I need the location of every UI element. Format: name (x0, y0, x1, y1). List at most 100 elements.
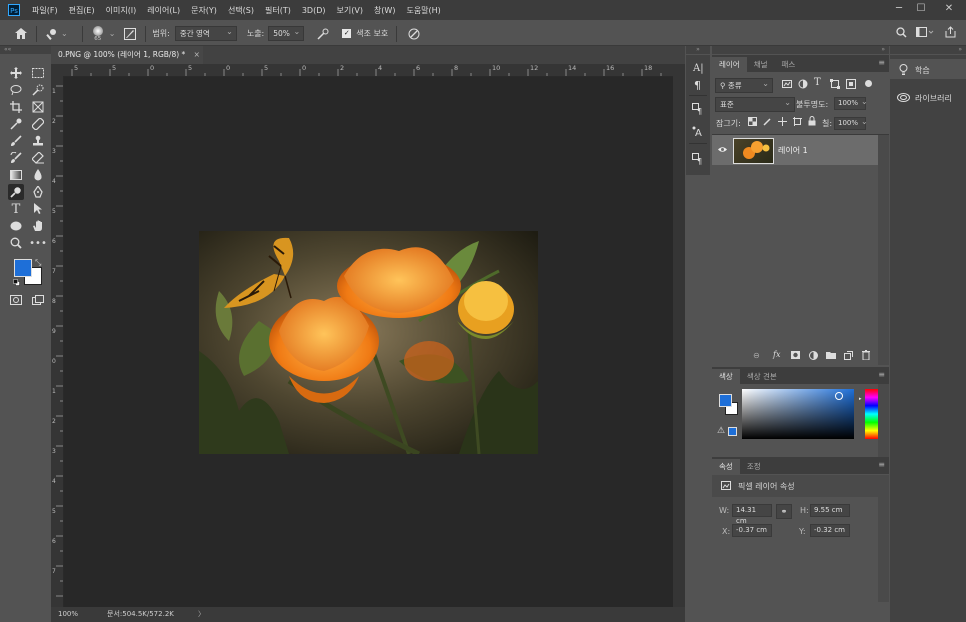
add-mask-icon[interactable] (791, 351, 800, 359)
layer-visibility-eye-icon[interactable] (718, 146, 727, 153)
lock-all-icon[interactable] (808, 116, 816, 126)
layers-scrollbar[interactable] (878, 135, 889, 365)
tab-layers[interactable]: 레이어 (712, 57, 747, 72)
new-group-icon[interactable] (826, 351, 836, 359)
status-arrow-icon[interactable]: 〉 (198, 607, 205, 621)
menu-file[interactable]: 파일(F) (32, 5, 58, 16)
filter-toggle[interactable] (865, 80, 872, 87)
fill-dropdown-arrow[interactable]: ⌄ (861, 117, 868, 126)
web-safe-color-swatch[interactable] (728, 427, 737, 436)
toolbar-collapse[interactable]: «« (0, 46, 55, 54)
document-image[interactable] (199, 231, 538, 454)
color-field[interactable] (742, 389, 854, 439)
quick-mask-icon[interactable] (8, 292, 24, 308)
close-window-button[interactable]: ✕ (938, 0, 960, 20)
link-layers-icon[interactable]: ⊖ (753, 351, 760, 360)
ruler-origin[interactable] (51, 64, 64, 76)
path-selection-tool-icon[interactable] (30, 201, 46, 217)
swap-colors-icon[interactable]: ⤡ (35, 258, 41, 268)
type-tool-icon[interactable]: T (8, 201, 24, 217)
delete-layer-icon[interactable] (862, 350, 870, 360)
history-brush-tool-icon[interactable] (8, 150, 24, 166)
tab-adjustments[interactable]: 조정 (740, 459, 768, 474)
search-icon[interactable] (896, 27, 907, 38)
lock-position-icon[interactable] (778, 117, 787, 126)
layers-panel-menu-icon[interactable]: ≡ (878, 58, 885, 67)
paragraph-panel-icon[interactable]: ¶ (694, 79, 701, 92)
width-input[interactable]: 14.31 cm (732, 504, 772, 525)
zoom-tool-icon[interactable] (8, 235, 24, 251)
panel-column-collapse[interactable]: » (712, 46, 889, 54)
lock-image-icon[interactable] (763, 117, 772, 126)
vertical-scrollbar[interactable] (673, 64, 685, 607)
menu-filter[interactable]: 필터(T) (265, 5, 291, 16)
menu-image[interactable]: 이미지(I) (106, 5, 137, 16)
hand-tool-icon[interactable] (30, 218, 46, 234)
eyedropper-tool-icon[interactable] (8, 116, 24, 132)
icon-strip-collapse[interactable]: » (686, 46, 710, 54)
character-styles-icon[interactable]: ¶ (692, 103, 704, 115)
maximize-button[interactable]: ☐ (910, 0, 932, 20)
workspace-icon[interactable] (916, 27, 934, 38)
y-input[interactable]: -0.32 cm (810, 524, 850, 537)
home-icon[interactable] (12, 26, 30, 42)
brush-settings-icon[interactable] (121, 26, 139, 42)
height-input[interactable]: 9.55 cm (810, 504, 850, 517)
healing-brush-tool-icon[interactable] (30, 116, 46, 132)
libraries-button[interactable]: 라이브러리 (890, 87, 966, 107)
color-panel-scrollbar[interactable] (878, 384, 889, 457)
document-close-button[interactable]: × (194, 50, 200, 59)
new-layer-icon[interactable] (844, 351, 853, 360)
paragraph-styles-icon[interactable]: ¶ (692, 153, 704, 165)
gradient-tool-icon[interactable] (8, 167, 24, 183)
hue-slider[interactable] (865, 389, 878, 439)
airbrush-icon[interactable] (314, 26, 332, 42)
filter-type-icon[interactable]: T (814, 77, 821, 88)
x-input[interactable]: -0.37 cm (732, 524, 772, 537)
tab-swatches[interactable]: 색상 견본 (740, 369, 784, 384)
right-strip-collapse[interactable]: » (890, 46, 966, 54)
lock-artboard-icon[interactable] (793, 117, 802, 126)
menu-layer[interactable]: 레이어(L) (147, 5, 180, 16)
layer-row[interactable]: 레이어 1 (712, 135, 878, 165)
crop-tool-icon[interactable] (8, 99, 24, 115)
menu-select[interactable]: 선택(S) (228, 5, 254, 16)
filter-shape-icon[interactable] (830, 79, 840, 89)
learn-button[interactable]: 학습 (890, 59, 966, 79)
menu-edit[interactable]: 편집(E) (69, 5, 95, 16)
protect-tones-checkbox[interactable]: ✓ (342, 29, 352, 38)
new-adjustment-layer-icon[interactable] (809, 351, 818, 360)
tab-color[interactable]: 색상 (712, 369, 740, 384)
pen-tool-icon[interactable] (30, 184, 46, 200)
menu-help[interactable]: 도움말(H) (406, 5, 440, 16)
default-colors-icon[interactable] (13, 279, 20, 286)
filter-pixel-icon[interactable] (782, 79, 792, 89)
menu-3d[interactable]: 3D(D) (302, 6, 326, 15)
clone-stamp-tool-icon[interactable] (30, 133, 46, 149)
menu-window[interactable]: 창(W) (374, 5, 396, 16)
brush-dropdown-arrow[interactable]: ⌄ (109, 29, 116, 38)
minimize-button[interactable]: ─ (888, 0, 910, 20)
properties-panel-menu-icon[interactable]: ≡ (878, 460, 885, 469)
horizontal-ruler[interactable]: 5 5 0 5 0 5 0 2 4 6 8 10 12 14 16 18 (64, 64, 673, 77)
document-size[interactable]: 문서:504.5K/572.2K (107, 607, 174, 621)
link-dimensions-icon[interactable]: ⚭ (776, 504, 792, 519)
glyphs-panel-icon[interactable]: A (692, 125, 704, 137)
lock-transparent-icon[interactable] (748, 117, 757, 126)
opacity-dropdown-arrow[interactable]: ⌄ (861, 97, 868, 106)
color-picker-cursor[interactable] (835, 392, 843, 400)
exposure-input[interactable]: 50% (268, 25, 305, 41)
dodge-tool-icon[interactable] (8, 184, 24, 200)
layer-style-fx-icon[interactable]: fx (773, 350, 780, 359)
lasso-tool-icon[interactable] (8, 82, 24, 98)
share-icon[interactable] (945, 26, 956, 38)
gamut-warning-icon[interactable]: ⚠ (717, 426, 725, 436)
screen-mode-icon[interactable] (30, 292, 46, 308)
document-tab[interactable]: 0.PNG @ 100% (레이어 1, RGB/8) * × (51, 46, 203, 64)
frame-tool-icon[interactable] (30, 99, 46, 115)
pressure-size-icon[interactable] (405, 26, 423, 42)
hue-slider-arrow[interactable]: ▸ (859, 396, 862, 402)
eraser-tool-icon[interactable] (30, 150, 46, 166)
move-tool-icon[interactable] (8, 65, 24, 81)
edit-toolbar-icon[interactable]: ••• (29, 235, 47, 251)
